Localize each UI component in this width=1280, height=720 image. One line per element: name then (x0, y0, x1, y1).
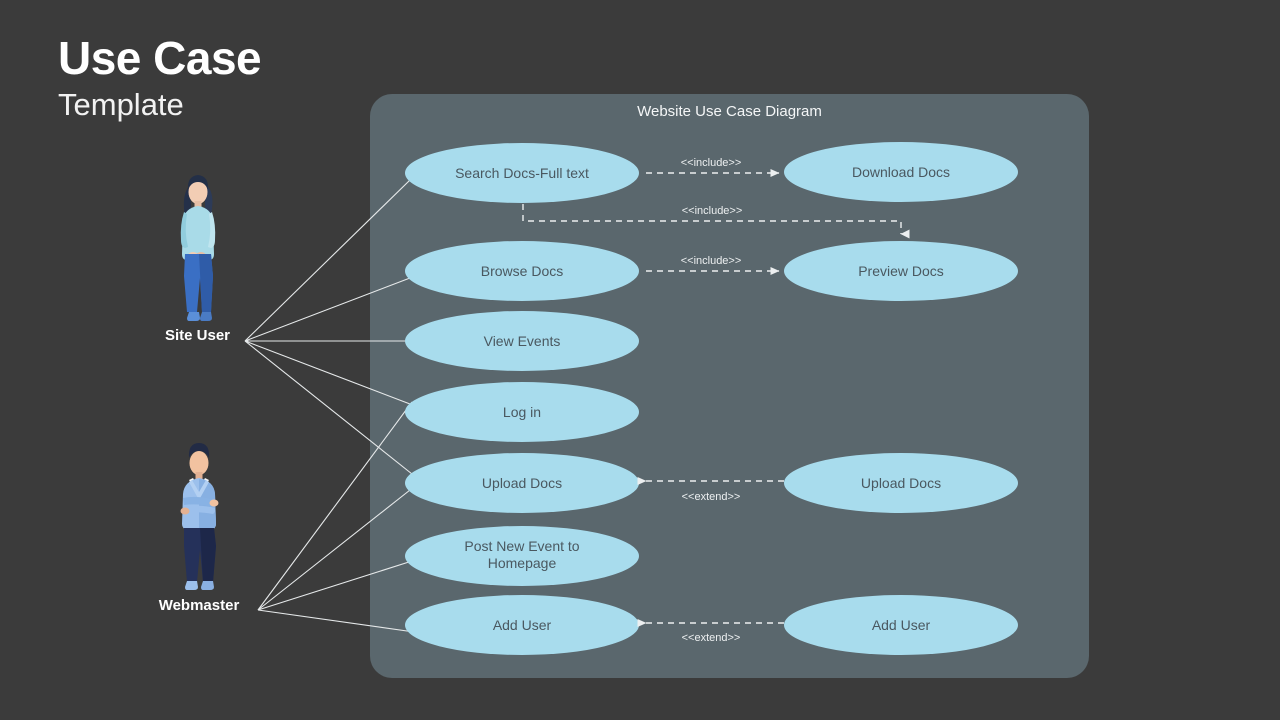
usecase-label: Log in (503, 404, 541, 420)
actor-site-user[interactable]: Site User (120, 168, 275, 344)
usecase-upload-docs-extension[interactable]: Upload Docs (784, 453, 1018, 513)
usecase-upload-docs[interactable]: Upload Docs (405, 453, 639, 513)
page-subtitle: Template (58, 87, 184, 123)
usecase-log-in[interactable]: Log in (405, 382, 639, 442)
usecase-label-line1: Post New Event to (464, 538, 579, 554)
usecase-label: Upload Docs (482, 475, 562, 491)
usecase-label: Search Docs-Full text (455, 165, 589, 181)
usecase-label: Add User (872, 617, 931, 633)
usecase-view-events[interactable]: View Events (405, 311, 639, 371)
site-user-figure-icon (180, 175, 215, 321)
usecase-label: Upload Docs (861, 475, 941, 491)
usecase-label-line2: Homepage (488, 555, 557, 571)
actor-webmaster-label: Webmaster (158, 597, 240, 614)
usecase-post-new-event-to-homepage[interactable]: Post New Event to Homepage (405, 526, 639, 586)
usecase-download-docs[interactable]: Download Docs (784, 142, 1018, 202)
page-title: Use Case (58, 32, 262, 84)
usecase-label: Preview Docs (858, 263, 944, 279)
page-heading: Use Case Template (58, 34, 358, 122)
actor-site-user-label: Site User (164, 327, 231, 344)
usecase-add-user[interactable]: Add User (405, 595, 639, 655)
usecase-browse-docs[interactable]: Browse Docs (405, 241, 639, 301)
usecase-search-docs-full-text[interactable]: Search Docs-Full text (405, 143, 639, 203)
usecase-label: Download Docs (852, 164, 950, 180)
diagram-title: Website Use Case Diagram (637, 103, 822, 120)
actor-webmaster[interactable]: Webmaster (118, 438, 280, 614)
usecase-label: Add User (493, 617, 552, 633)
usecase-add-user-extension[interactable]: Add User (784, 595, 1018, 655)
webmaster-figure-icon (180, 443, 219, 590)
usecase-preview-docs[interactable]: Preview Docs (784, 241, 1018, 301)
usecase-label: Browse Docs (481, 263, 563, 279)
usecase-label: View Events (484, 333, 561, 349)
